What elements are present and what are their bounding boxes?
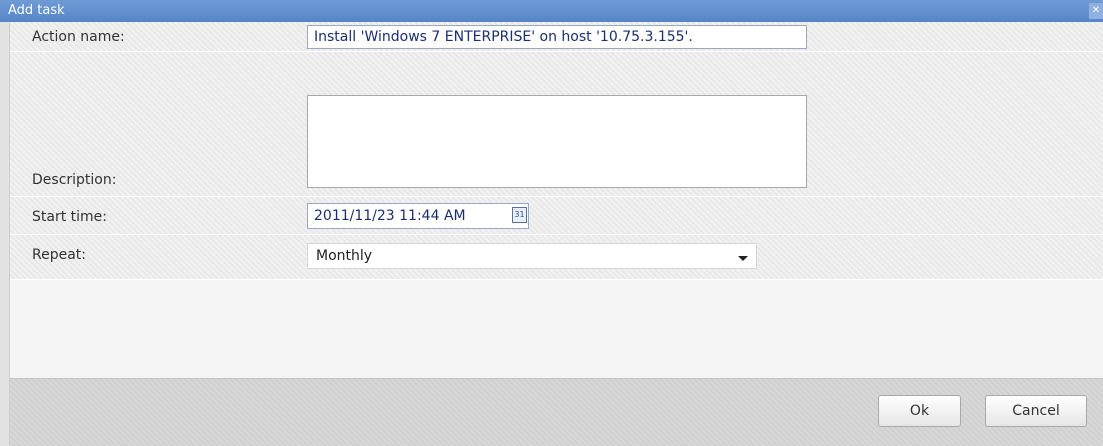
action-name-input[interactable]: Install 'Windows 7 ENTERPRISE' on host '… — [307, 25, 807, 49]
close-icon[interactable]: ✕ — [1089, 3, 1103, 19]
dialog-titlebar: Add task ✕ — [0, 0, 1103, 22]
action-name-label: Action name: — [32, 29, 125, 45]
description-row: Description: — [10, 52, 1103, 197]
start-time-value: 2011/11/23 11:44 AM — [314, 208, 466, 224]
dialog-footer: Ok Cancel — [10, 378, 1103, 446]
description-label: Description: — [32, 172, 117, 188]
cancel-button[interactable]: Cancel — [985, 395, 1087, 427]
dialog-title: Add task — [8, 3, 65, 18]
repeat-label: Repeat: — [32, 247, 86, 263]
action-name-row-bg: Action name: Install 'Windows 7 ENTERPRI… — [10, 22, 1103, 52]
ok-button[interactable]: Ok — [878, 395, 961, 427]
dialog-body-empty-area — [10, 280, 1103, 378]
repeat-selected-value: Monthly — [316, 248, 373, 264]
start-time-label: Start time: — [32, 209, 107, 225]
start-time-row: Start time: 2011/11/23 11:44 AM 31 — [10, 197, 1103, 235]
calendar-icon[interactable]: 31 — [512, 207, 527, 223]
add-task-dialog: Add task ✕ Action name: Install 'Windows… — [0, 0, 1103, 446]
start-time-input[interactable]: 2011/11/23 11:44 AM 31 — [307, 203, 529, 229]
description-textarea[interactable] — [307, 95, 807, 188]
repeat-row: Repeat: Monthly — [10, 235, 1103, 280]
repeat-select[interactable]: Monthly — [307, 243, 757, 269]
chevron-down-icon — [738, 256, 748, 261]
dialog-left-frame — [0, 22, 10, 446]
